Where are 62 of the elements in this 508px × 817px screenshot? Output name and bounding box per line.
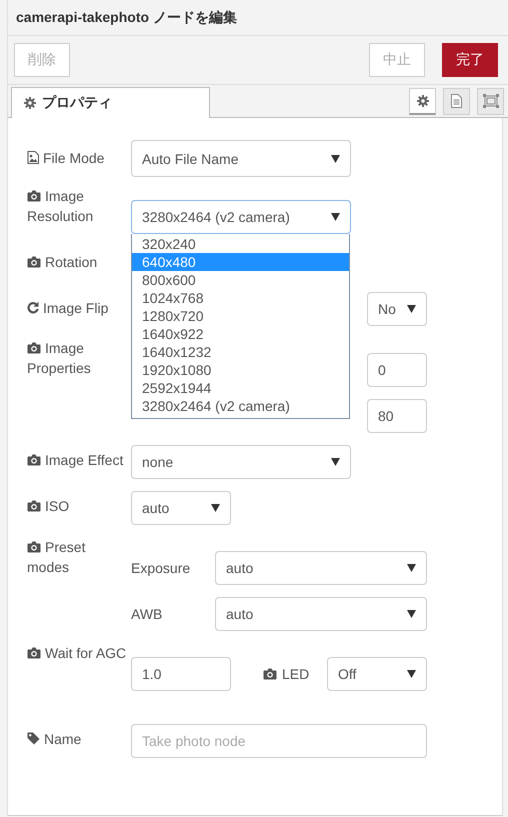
- dropdown-option[interactable]: 1640x922: [132, 325, 349, 343]
- dropdown-option[interactable]: 320x240: [132, 235, 349, 253]
- camera-icon: [27, 256, 41, 268]
- settings-icon: [24, 97, 36, 109]
- caret-icon: [331, 154, 340, 162]
- select-field[interactable]: auto: [215, 597, 427, 631]
- caret-icon: [211, 504, 220, 512]
- tag-icon: [27, 732, 40, 745]
- field-label: Name: [27, 724, 127, 749]
- toolbar-button[interactable]: [409, 88, 436, 114]
- camera-icon: [27, 541, 41, 553]
- field-label: Rotation: [27, 252, 127, 272]
- select-field[interactable]: No: [367, 292, 427, 326]
- input-field[interactable]: 80: [367, 399, 427, 433]
- field-label: Wait for AGC: [27, 643, 127, 663]
- caret-icon: [407, 670, 416, 678]
- camera-icon: [27, 647, 41, 659]
- dropdown-option[interactable]: 1280x720: [132, 307, 349, 325]
- dropdown-option[interactable]: 1024x768: [132, 289, 349, 307]
- field-label: File Mode: [27, 140, 127, 168]
- select-field[interactable]: Auto File Name: [131, 140, 351, 177]
- caret-icon: [407, 564, 416, 572]
- input-field[interactable]: 0: [367, 353, 427, 387]
- caret-icon: [407, 610, 416, 618]
- caret-icon: [407, 305, 416, 313]
- field-label: AWB: [131, 606, 164, 622]
- image-icon: [27, 151, 39, 164]
- dropdown-option[interactable]: 1640x1232: [132, 343, 349, 361]
- field-label: Image Flip: [27, 292, 127, 318]
- camera-icon: [27, 454, 41, 466]
- field-label: Image Properties: [27, 339, 92, 378]
- toolbar-button[interactable]: [443, 88, 470, 114]
- field-label: Exposure: [131, 560, 192, 576]
- caret-icon: [331, 458, 340, 466]
- select-field[interactable]: none: [131, 445, 351, 479]
- dropdown-option[interactable]: 1920x1080: [132, 361, 349, 379]
- camera-icon: [27, 500, 41, 512]
- toolbar-button[interactable]: [477, 88, 504, 114]
- settings-icon: [416, 94, 428, 106]
- select-field[interactable]: auto: [215, 551, 427, 585]
- properties-tab[interactable]: プロパティ: [11, 87, 210, 118]
- select-field[interactable]: 3280x2464 (v2 camera): [131, 200, 351, 234]
- field-label: Image Effect: [27, 445, 127, 470]
- dropdown-option[interactable]: 2592x1944: [132, 379, 349, 397]
- camera-icon: [263, 668, 277, 680]
- camera-icon: [27, 342, 41, 354]
- dialog-title: camerapi-takephoto ノードを編集: [16, 8, 237, 26]
- camera-icon: [27, 190, 41, 202]
- select-field[interactable]: auto: [131, 491, 231, 525]
- frame-icon: [482, 94, 498, 108]
- done-button[interactable]: 完了: [442, 43, 498, 77]
- dropdown-option[interactable]: 800x600: [132, 271, 349, 289]
- field-label: Image Resolution: [27, 187, 94, 226]
- document-icon: [451, 94, 462, 108]
- dropdown-option[interactable]: 3280x2464 (v2 camera): [132, 397, 349, 415]
- input-field[interactable]: 1.0: [131, 657, 231, 691]
- field-label: LED: [263, 666, 327, 682]
- select-field[interactable]: Off: [327, 657, 427, 691]
- field-label: Preset modes: [27, 538, 86, 577]
- refresh-icon: [27, 301, 39, 314]
- field-label: ISO: [27, 491, 127, 516]
- caret-icon: [331, 213, 340, 221]
